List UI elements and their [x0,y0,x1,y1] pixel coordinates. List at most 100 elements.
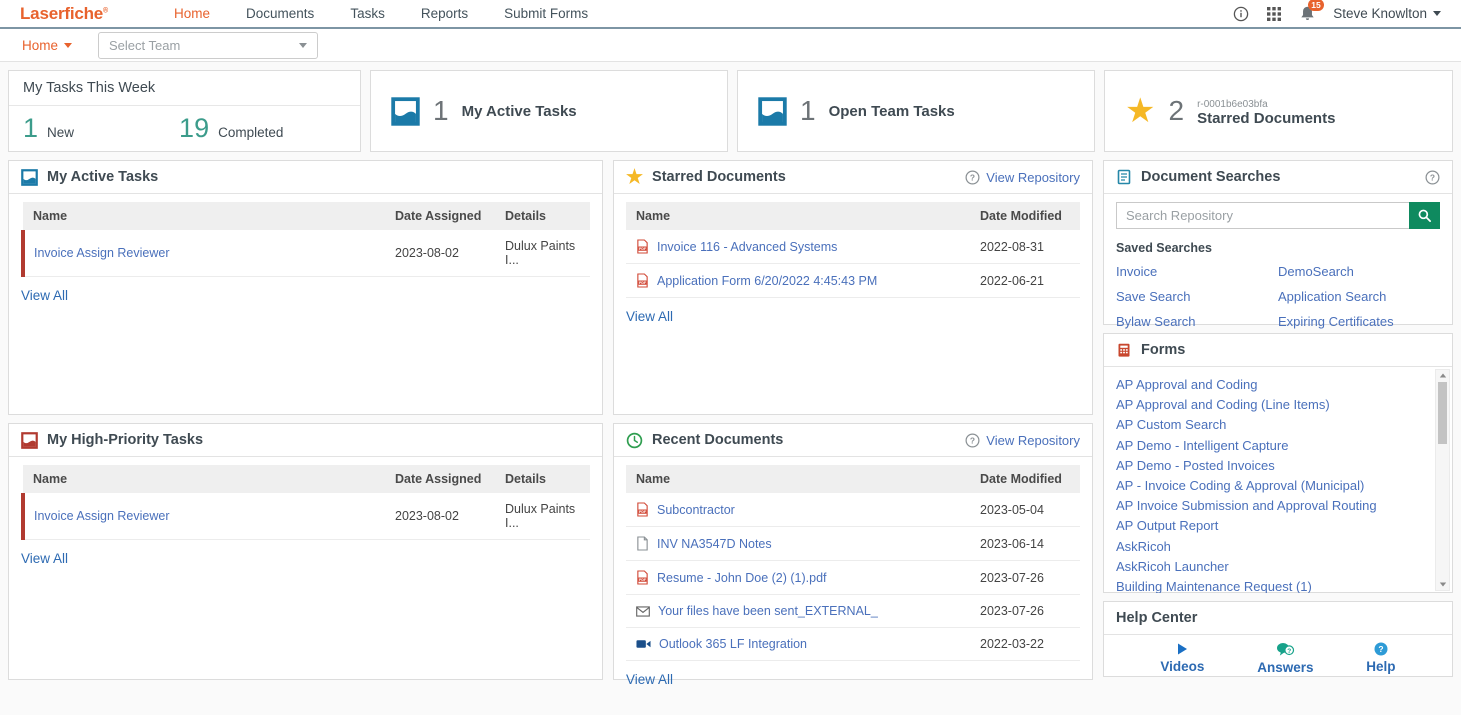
user-menu[interactable]: Steve Knowlton [1333,6,1441,21]
table-row: PDF Invoice 116 - Advanced Systems 2022-… [626,230,1080,264]
form-link[interactable]: AP Custom Search [1116,415,1426,435]
saved-searches-list: Invoice DemoSearch Save Search Applicati… [1116,264,1440,329]
starred-documents-card[interactable]: ★ 2 r-0001b6e03bfa Starred Documents [1104,70,1453,152]
nav-reports[interactable]: Reports [421,6,468,21]
active-tasks-label: My Active Tasks [462,103,577,120]
document-link[interactable]: Your files have been sent_EXTERNAL_ [658,604,878,618]
scroll-down-arrow-icon[interactable] [1439,583,1445,587]
notifications-bell-icon[interactable]: 15 [1299,5,1316,22]
document-link[interactable]: INV NA3547D Notes [657,537,772,551]
nav-documents[interactable]: Documents [246,6,314,21]
form-link[interactable]: Building Maintenance Request (1) [1116,577,1426,593]
form-link[interactable]: AP Approval and Coding [1116,375,1426,395]
home-dropdown[interactable]: Home [22,38,72,53]
column-header-name: Name [626,202,970,230]
search-repository-input[interactable] [1116,202,1409,229]
document-search-icon [1116,169,1132,185]
starred-documents-table: Name Date Modified PDF Invoice 116 - Adv… [626,202,1080,298]
svg-text:?: ? [970,172,975,182]
nav-submit-forms[interactable]: Submit Forms [504,6,588,21]
email-icon [636,606,650,617]
form-link[interactable]: AP - Invoice Coding & Approval (Municipa… [1116,476,1426,496]
open-team-tasks-card[interactable]: 1 Open Team Tasks [737,70,1095,152]
date-modified-cell: 2022-06-21 [970,264,1080,298]
document-link[interactable]: Outlook 365 LF Integration [659,637,807,651]
form-link[interactable]: AP Demo - Intelligent Capture [1116,436,1426,456]
task-link[interactable]: Invoice Assign Reviewer [34,246,169,260]
info-icon[interactable] [1233,6,1249,22]
saved-search-link[interactable]: Invoice [1116,264,1278,279]
document-link[interactable]: Application Form 6/20/2022 4:45:43 PM [657,274,877,288]
help-item-label: Help [1366,659,1395,674]
chat-question-icon: ? [1276,642,1295,657]
chevron-down-icon [1433,11,1441,16]
search-button[interactable] [1409,202,1440,229]
question-circle-icon: ? [1374,642,1388,656]
tray-icon [391,97,420,126]
panel-title: Recent Documents [652,432,783,448]
app-grid-icon[interactable] [1266,6,1282,22]
saved-searches-heading: Saved Searches [1116,241,1440,255]
form-link[interactable]: AskRicoh Launcher [1116,557,1426,577]
help-item-label: Answers [1257,660,1313,675]
document-link[interactable]: Invoice 116 - Advanced Systems [657,240,837,254]
view-all-link[interactable]: View All [21,288,68,303]
scroll-up-arrow-icon[interactable] [1439,374,1445,378]
table-row: Outlook 365 LF Integration 2022-03-22 [626,628,1080,661]
help-circle-icon: ? [965,433,980,448]
main-nav: Home Documents Tasks Reports Submit Form… [174,6,588,21]
help-center-panel: Help Center Videos ? Answers ? Help [1103,601,1453,677]
form-link[interactable]: AskRicoh [1116,537,1426,557]
tray-icon [758,97,787,126]
date-modified-cell: 2023-06-14 [970,527,1080,561]
help-help[interactable]: ? Help [1366,642,1395,675]
help-answers[interactable]: ? Answers [1257,642,1313,675]
table-row: PDF Resume - John Doe (2) (1).pdf 2023-0… [626,561,1080,595]
view-all-link[interactable]: View All [21,551,68,566]
document-link[interactable]: Resume - John Doe (2) (1).pdf [657,571,827,585]
task-link[interactable]: Invoice Assign Reviewer [34,509,169,523]
view-all-link[interactable]: View All [626,309,673,324]
summary-cards: My Tasks This Week 1 New 19 Completed 1 … [8,70,1453,152]
date-assigned-cell: 2023-08-02 [385,493,495,540]
my-active-tasks-card[interactable]: 1 My Active Tasks [370,70,728,152]
saved-search-link[interactable]: DemoSearch [1278,264,1440,279]
saved-search-link[interactable]: Application Search [1278,289,1440,304]
form-link[interactable]: AP Demo - Posted Invoices [1116,456,1426,476]
breadcrumb-bar: Home Select Team [0,29,1461,62]
scrollbar-thumb[interactable] [1438,382,1447,444]
document-link[interactable]: Subcontractor [657,503,735,517]
saved-search-link[interactable]: Bylaw Search [1116,314,1278,329]
nav-tasks[interactable]: Tasks [350,6,385,21]
panel-title: My Active Tasks [47,169,158,185]
view-all-link[interactable]: View All [626,672,673,687]
saved-search-link[interactable]: Save Search [1116,289,1278,304]
column-header-date-assigned: Date Assigned [385,465,495,493]
nav-home[interactable]: Home [174,6,210,21]
table-row: Your files have been sent_EXTERNAL_ 2023… [626,595,1080,628]
panel-title: Starred Documents [652,169,786,185]
column-header-date-assigned: Date Assigned [385,202,495,230]
form-link[interactable]: AP Approval and Coding (Line Items) [1116,395,1426,415]
form-link[interactable]: AP Output Report [1116,516,1426,536]
view-repository-link[interactable]: View Repository [986,433,1080,448]
scrollbar[interactable] [1435,369,1450,591]
recent-documents-panel: Recent Documents ? View Repository Name … [613,423,1093,680]
star-icon: ★ [1125,94,1155,128]
column-header-details: Details [495,202,590,230]
play-icon [1175,642,1189,656]
team-select[interactable]: Select Team [98,32,318,59]
tray-icon [21,169,38,186]
forms-panel: Forms AP Approval and Coding AP Approval… [1103,333,1453,593]
top-navigation: Laserfiche® Home Documents Tasks Reports… [0,0,1461,29]
starred-documents-panel: ★ Starred Documents ? View Repository Na… [613,160,1093,415]
active-tasks-count: 1 [433,95,449,127]
help-videos[interactable]: Videos [1160,642,1204,675]
form-link[interactable]: AP Invoice Submission and Approval Routi… [1116,496,1426,516]
view-repository-link[interactable]: View Repository [986,170,1080,185]
saved-search-link[interactable]: Expiring Certificates [1278,314,1440,329]
help-circle-icon[interactable]: ? [1425,170,1440,185]
tray-icon-red [21,432,38,449]
table-row: PDF Application Form 6/20/2022 4:45:43 P… [626,264,1080,298]
recent-documents-table: Name Date Modified PDF Subcontractor 202… [626,465,1080,661]
